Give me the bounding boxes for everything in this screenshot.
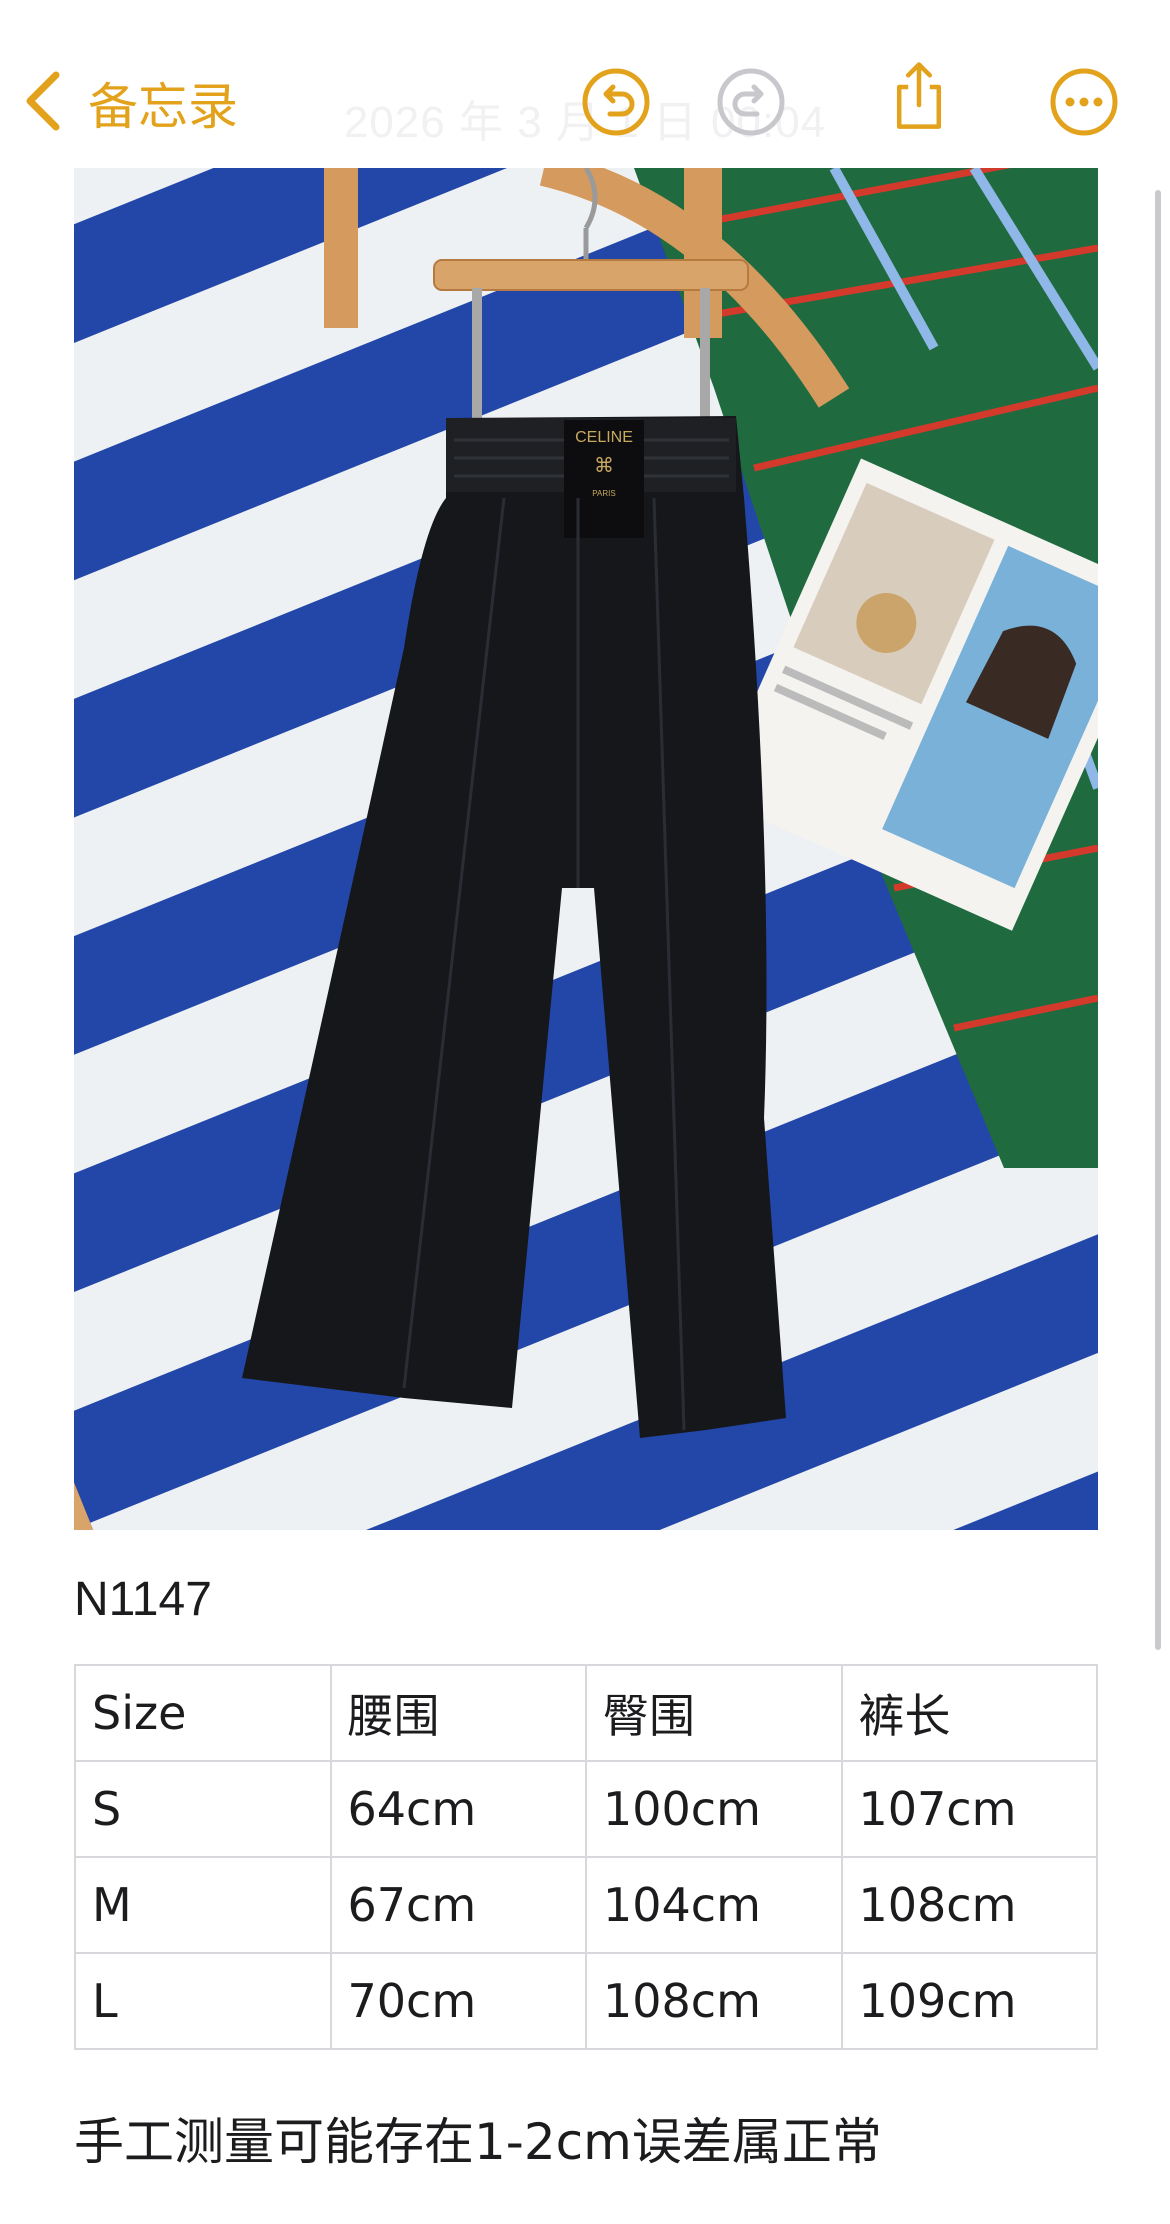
table-cell: M — [74, 1856, 332, 1954]
undo-button[interactable] — [580, 66, 652, 138]
table-row: L 70cm 108cm 109cm — [74, 1952, 1098, 2050]
table-cell: 108cm — [840, 1856, 1098, 1954]
table-header-cell: Size — [74, 1664, 332, 1762]
table-row: M 67cm 104cm 108cm — [74, 1856, 1098, 1954]
share-button[interactable] — [883, 60, 955, 132]
redo-icon — [715, 66, 787, 138]
svg-text:⌘: ⌘ — [594, 455, 614, 477]
share-icon — [883, 60, 955, 132]
chevron-left-icon — [22, 69, 66, 138]
table-cell: 100cm — [585, 1760, 843, 1858]
label-brand-text: CELINE — [575, 429, 633, 446]
table-cell: 67cm — [329, 1856, 587, 1954]
table-header-row: Size 腰围 臀围 裤长 — [74, 1664, 1098, 1762]
model-code: N1147 — [74, 1573, 212, 1626]
navigation-bar: 2026 年 3 月 1 日 00:04 备忘录 — [0, 0, 1170, 168]
table-row: S 64cm 100cm 107cm — [74, 1760, 1098, 1858]
table-cell: 104cm — [585, 1856, 843, 1954]
table-cell: S — [74, 1760, 332, 1858]
back-button[interactable]: 备忘录 — [22, 68, 238, 138]
table-cell: 108cm — [585, 1952, 843, 2050]
table-header-cell: 腰围 — [329, 1664, 587, 1762]
more-button[interactable] — [1048, 66, 1120, 138]
back-button-label: 备忘录 — [88, 78, 238, 136]
table-cell: L — [74, 1952, 332, 2050]
table-cell: 70cm — [329, 1952, 587, 2050]
scroll-indicator[interactable] — [1155, 190, 1161, 1650]
redo-button[interactable] — [715, 66, 787, 138]
more-icon — [1048, 66, 1120, 138]
table-header-cell: 臀围 — [585, 1664, 843, 1762]
size-table: Size 腰围 臀围 裤长 S 64cm 100cm 107cm M 67cm 104cm 108cm… — [74, 1664, 1098, 2050]
label-city-text: PARIS — [592, 489, 615, 498]
table-cell: 109cm — [840, 1952, 1098, 2050]
product-photo[interactable]: CELINE ⌘ PARIS — [74, 168, 1098, 1530]
measurement-note: 手工测量可能存在1-2cm误差属正常 — [74, 2113, 882, 2171]
table-header-cell: 裤长 — [840, 1664, 1098, 1762]
undo-icon — [580, 66, 652, 138]
table-cell: 64cm — [329, 1760, 587, 1858]
table-cell: 107cm — [840, 1760, 1098, 1858]
